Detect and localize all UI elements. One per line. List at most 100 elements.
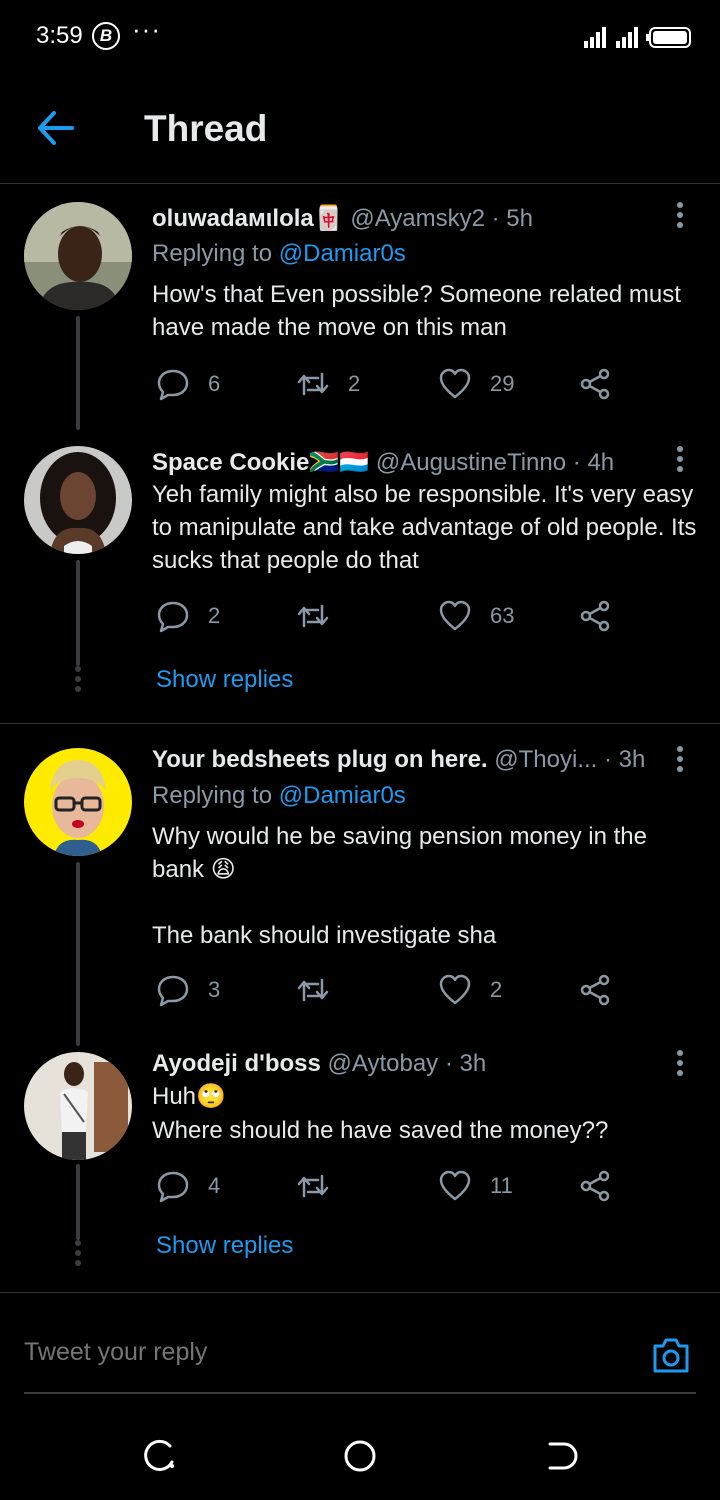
- tweet-actions: 6 2 29: [152, 364, 632, 404]
- more-notifications-icon: ···: [132, 14, 161, 44]
- thread-header: Thread: [0, 72, 720, 184]
- author-name[interactable]: oluwadaмιlola🀄: [152, 205, 344, 232]
- author-handle: @Ayamsky2: [350, 205, 485, 232]
- reply-icon: [157, 1171, 189, 1203]
- show-replies-link[interactable]: Show replies: [156, 666, 293, 694]
- author-handle: @AugustineTinno: [375, 449, 567, 476]
- reply-input[interactable]: [24, 1338, 584, 1367]
- tweet[interactable]: Your bedsheets plug on here. @Thoyi... ·…: [0, 724, 720, 1046]
- reply-icon: [157, 601, 189, 633]
- reply-button[interactable]: 3: [156, 970, 220, 1010]
- thread-line: [76, 862, 80, 1046]
- notification-badge-icon: B: [92, 22, 120, 50]
- reply-icon: [157, 975, 189, 1007]
- retweet-icon: [297, 978, 329, 1002]
- tweet-text-paragraph: Where should he have saved the money??: [152, 1117, 609, 1144]
- divider: [0, 1292, 720, 1293]
- thread-more-dots: [75, 666, 81, 696]
- tweet-time: · 5h: [491, 205, 533, 232]
- reply-button[interactable]: 2: [156, 596, 220, 636]
- thread-line: [76, 560, 80, 666]
- like-button[interactable]: 11: [438, 1166, 513, 1206]
- heart-icon: [439, 1170, 471, 1201]
- show-replies-link[interactable]: Show replies: [156, 1232, 293, 1260]
- more-options-icon[interactable]: [668, 744, 692, 774]
- reply-button[interactable]: 4: [156, 1166, 220, 1206]
- more-options-icon[interactable]: [668, 444, 692, 474]
- home-icon[interactable]: [340, 1436, 380, 1476]
- author-name[interactable]: Ayodeji d'boss: [152, 1050, 321, 1077]
- reply-composer: [24, 1330, 696, 1394]
- reply-count: 3: [208, 977, 221, 1002]
- avatar[interactable]: [24, 202, 132, 310]
- author-name[interactable]: Space Cookie🇿🇦🇱🇺: [152, 449, 369, 476]
- heart-icon: [439, 600, 471, 631]
- like-button[interactable]: 29: [438, 364, 514, 404]
- heart-icon: [439, 974, 471, 1005]
- tweet-text: Yeh family might also be responsible. It…: [152, 481, 697, 574]
- recents-icon[interactable]: [140, 1436, 180, 1476]
- retweet-button[interactable]: [296, 970, 330, 1010]
- tweet[interactable]: oluwadaмιlola🀄 @Ayamsky2 · 5h Replying t…: [0, 184, 720, 430]
- author-handle: @Thoyi...: [494, 746, 598, 773]
- camera-icon[interactable]: [650, 1334, 692, 1376]
- retweet-icon: [297, 1174, 329, 1198]
- signal-battery-icon: [584, 27, 691, 48]
- more-options-icon[interactable]: [668, 200, 692, 230]
- like-count: 11: [490, 1173, 513, 1198]
- share-icon: [580, 368, 610, 400]
- thread-more-dots: [75, 1240, 81, 1270]
- retweet-button[interactable]: 2: [296, 364, 360, 404]
- like-button[interactable]: 2: [438, 970, 502, 1010]
- heart-icon: [439, 368, 471, 399]
- like-count: 29: [490, 371, 515, 396]
- reply-icon: [157, 369, 189, 401]
- author-name[interactable]: Your bedsheets plug on here.: [152, 746, 488, 773]
- share-button[interactable]: [578, 1166, 612, 1206]
- share-button[interactable]: [578, 364, 612, 404]
- replying-to: Replying to @Damiar0s: [152, 240, 406, 267]
- mention-link[interactable]: @Damiar0s: [279, 240, 406, 267]
- retweet-button[interactable]: [296, 596, 330, 636]
- tweet-text: How's that Even possible? Someone relate…: [152, 281, 681, 341]
- tweet-actions: 2 63: [152, 596, 632, 636]
- like-count: 63: [490, 603, 515, 628]
- retweet-icon: [297, 604, 329, 628]
- share-button[interactable]: [578, 970, 612, 1010]
- system-nav-bar: [0, 1412, 720, 1500]
- tweet-text-paragraph: The bank should investigate sha: [152, 922, 497, 949]
- page-title: Thread: [144, 108, 268, 149]
- tweet-text: Why would he be saving pension money in …: [152, 823, 647, 883]
- back-arrow-icon[interactable]: [36, 110, 76, 146]
- thread-line: [76, 316, 80, 430]
- tweet-text: Huh🙄: [152, 1083, 226, 1110]
- like-count: 2: [490, 977, 503, 1002]
- tweet-time: · 4h: [572, 449, 615, 476]
- avatar[interactable]: [24, 446, 132, 554]
- tweet-time: · 3h: [604, 746, 646, 773]
- reply-count: 6: [208, 371, 221, 396]
- status-bar: 3:59 B ···: [0, 0, 720, 72]
- tweet[interactable]: Space Cookie🇿🇦🇱🇺 @AugustineTinno · 4h Ye…: [0, 430, 720, 718]
- retweet-button[interactable]: [296, 1166, 330, 1206]
- avatar[interactable]: [24, 748, 132, 856]
- tweet-actions: 4 11: [152, 1166, 632, 1206]
- reply-button[interactable]: 6: [156, 364, 220, 404]
- avatar[interactable]: [24, 1052, 132, 1160]
- retweet-count: 2: [348, 371, 361, 396]
- more-options-icon[interactable]: [668, 1048, 692, 1078]
- tweet-actions: 3 2: [152, 970, 632, 1010]
- tweet-time: · 3h: [444, 1050, 487, 1077]
- reply-count: 4: [208, 1173, 221, 1198]
- thread-line: [76, 1164, 80, 1240]
- share-icon: [580, 1170, 610, 1202]
- share-icon: [580, 974, 610, 1006]
- retweet-icon: [297, 372, 329, 396]
- share-button[interactable]: [578, 596, 612, 636]
- replying-to: Replying to @Damiar0s: [152, 782, 406, 809]
- share-icon: [580, 600, 610, 632]
- like-button[interactable]: 63: [438, 596, 514, 636]
- back-icon[interactable]: [540, 1436, 580, 1476]
- tweet[interactable]: Ayodeji d'boss @Aytobay · 3h Huh🙄 Where …: [0, 1034, 720, 1292]
- mention-link[interactable]: @Damiar0s: [279, 782, 406, 809]
